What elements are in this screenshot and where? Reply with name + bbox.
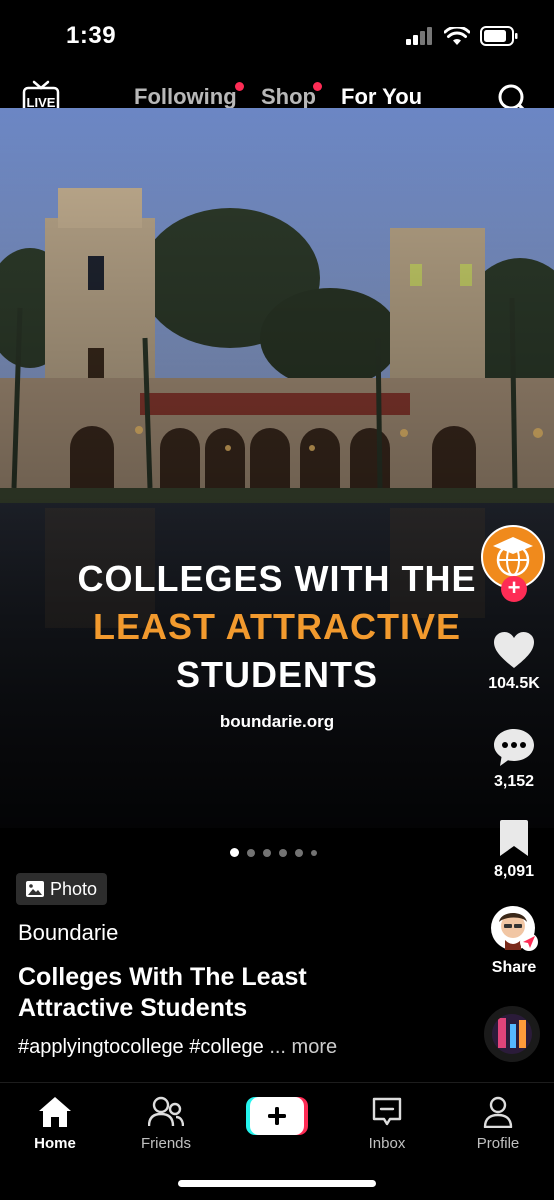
site-label: boundarie.org: [219, 712, 335, 731]
inbox-icon: [372, 1097, 402, 1126]
music-disc-button[interactable]: [484, 1006, 540, 1062]
home-icon: [39, 1097, 71, 1127]
nav-home[interactable]: Home: [10, 1095, 100, 1152]
headline-line-3: STUDENTS: [175, 654, 378, 695]
carousel-dot-1: [230, 848, 239, 857]
headline-line-1: COLLEGES WITH THE: [77, 558, 477, 599]
nav-inbox[interactable]: Inbox: [342, 1095, 432, 1152]
shop-notification-dot: [313, 82, 322, 91]
share-button[interactable]: Share: [474, 904, 554, 977]
save-button[interactable]: 8,091: [474, 818, 554, 881]
save-count: 8,091: [493, 863, 535, 880]
status-bar: 1:39: [0, 0, 554, 74]
photo-badge-label: Photo: [50, 878, 98, 899]
create-plus-icon: [246, 1097, 308, 1135]
creator-avatar-button[interactable]: +: [474, 520, 554, 610]
create-button[interactable]: [246, 1097, 308, 1135]
hashtags-text[interactable]: #applyingtocollege #college: [18, 1036, 264, 1058]
photo-badge: Photo: [16, 873, 108, 905]
carousel-dots: [230, 848, 317, 857]
nav-friends-label: Friends: [140, 1135, 192, 1152]
battery-icon: [480, 26, 518, 46]
bookmark-icon: [500, 820, 528, 856]
share-label: Share: [491, 959, 537, 976]
nav-profile[interactable]: Profile: [453, 1095, 543, 1152]
caption-hashtags[interactable]: #applyingtocollege #college ... more: [18, 1036, 337, 1059]
carousel-dot-4: [279, 848, 287, 857]
status-time: 1:39: [66, 22, 117, 49]
sharer-avatar-icon: [491, 906, 538, 951]
headline-line-2: LEAST ATTRACTIVE: [93, 606, 461, 647]
nav-friends[interactable]: Friends: [121, 1095, 211, 1152]
friends-icon: [148, 1096, 184, 1127]
creator-username[interactable]: Boundarie: [18, 920, 118, 946]
home-indicator: [178, 1180, 376, 1187]
signal-icon: [406, 27, 432, 45]
following-notification-dot: [235, 82, 244, 91]
like-count: 104.5K: [488, 675, 540, 692]
caption-more-link[interactable]: ... more: [269, 1036, 337, 1058]
comment-icon: [494, 729, 534, 766]
caption-title: Colleges With The Least Attractive Stude…: [18, 963, 307, 1022]
music-disc-icon: [492, 1014, 532, 1054]
profile-icon: [483, 1096, 513, 1128]
nav-profile-label: Profile: [476, 1135, 520, 1152]
status-icons: [406, 26, 518, 46]
comment-button[interactable]: 3,152: [474, 726, 554, 791]
heart-icon: [494, 632, 534, 668]
carousel-dot-2: [247, 848, 255, 857]
tab-for-you[interactable]: For You: [341, 84, 422, 110]
follow-plus-button[interactable]: +: [501, 576, 527, 602]
wifi-icon: [444, 26, 470, 45]
like-button[interactable]: 104.5K: [474, 630, 554, 693]
tab-shop-label: Shop: [261, 84, 316, 109]
carousel-dot-5: [295, 848, 303, 857]
carousel-dot-6: [311, 849, 317, 856]
nav-home-label: Home: [34, 1135, 76, 1152]
nav-inbox-label: Inbox: [368, 1135, 406, 1152]
carousel-dot-3: [263, 848, 271, 857]
image-icon: [26, 881, 44, 897]
tab-following[interactable]: Following: [134, 84, 237, 110]
tab-for-you-label: For You: [341, 84, 423, 109]
tab-shop[interactable]: Shop: [261, 84, 316, 110]
tab-following-label: Following: [134, 84, 237, 109]
post-photo[interactable]: COLLEGES WITH THE LEAST ATTRACTIVE STUDE…: [0, 108, 554, 828]
comment-count: 3,152: [493, 773, 535, 790]
